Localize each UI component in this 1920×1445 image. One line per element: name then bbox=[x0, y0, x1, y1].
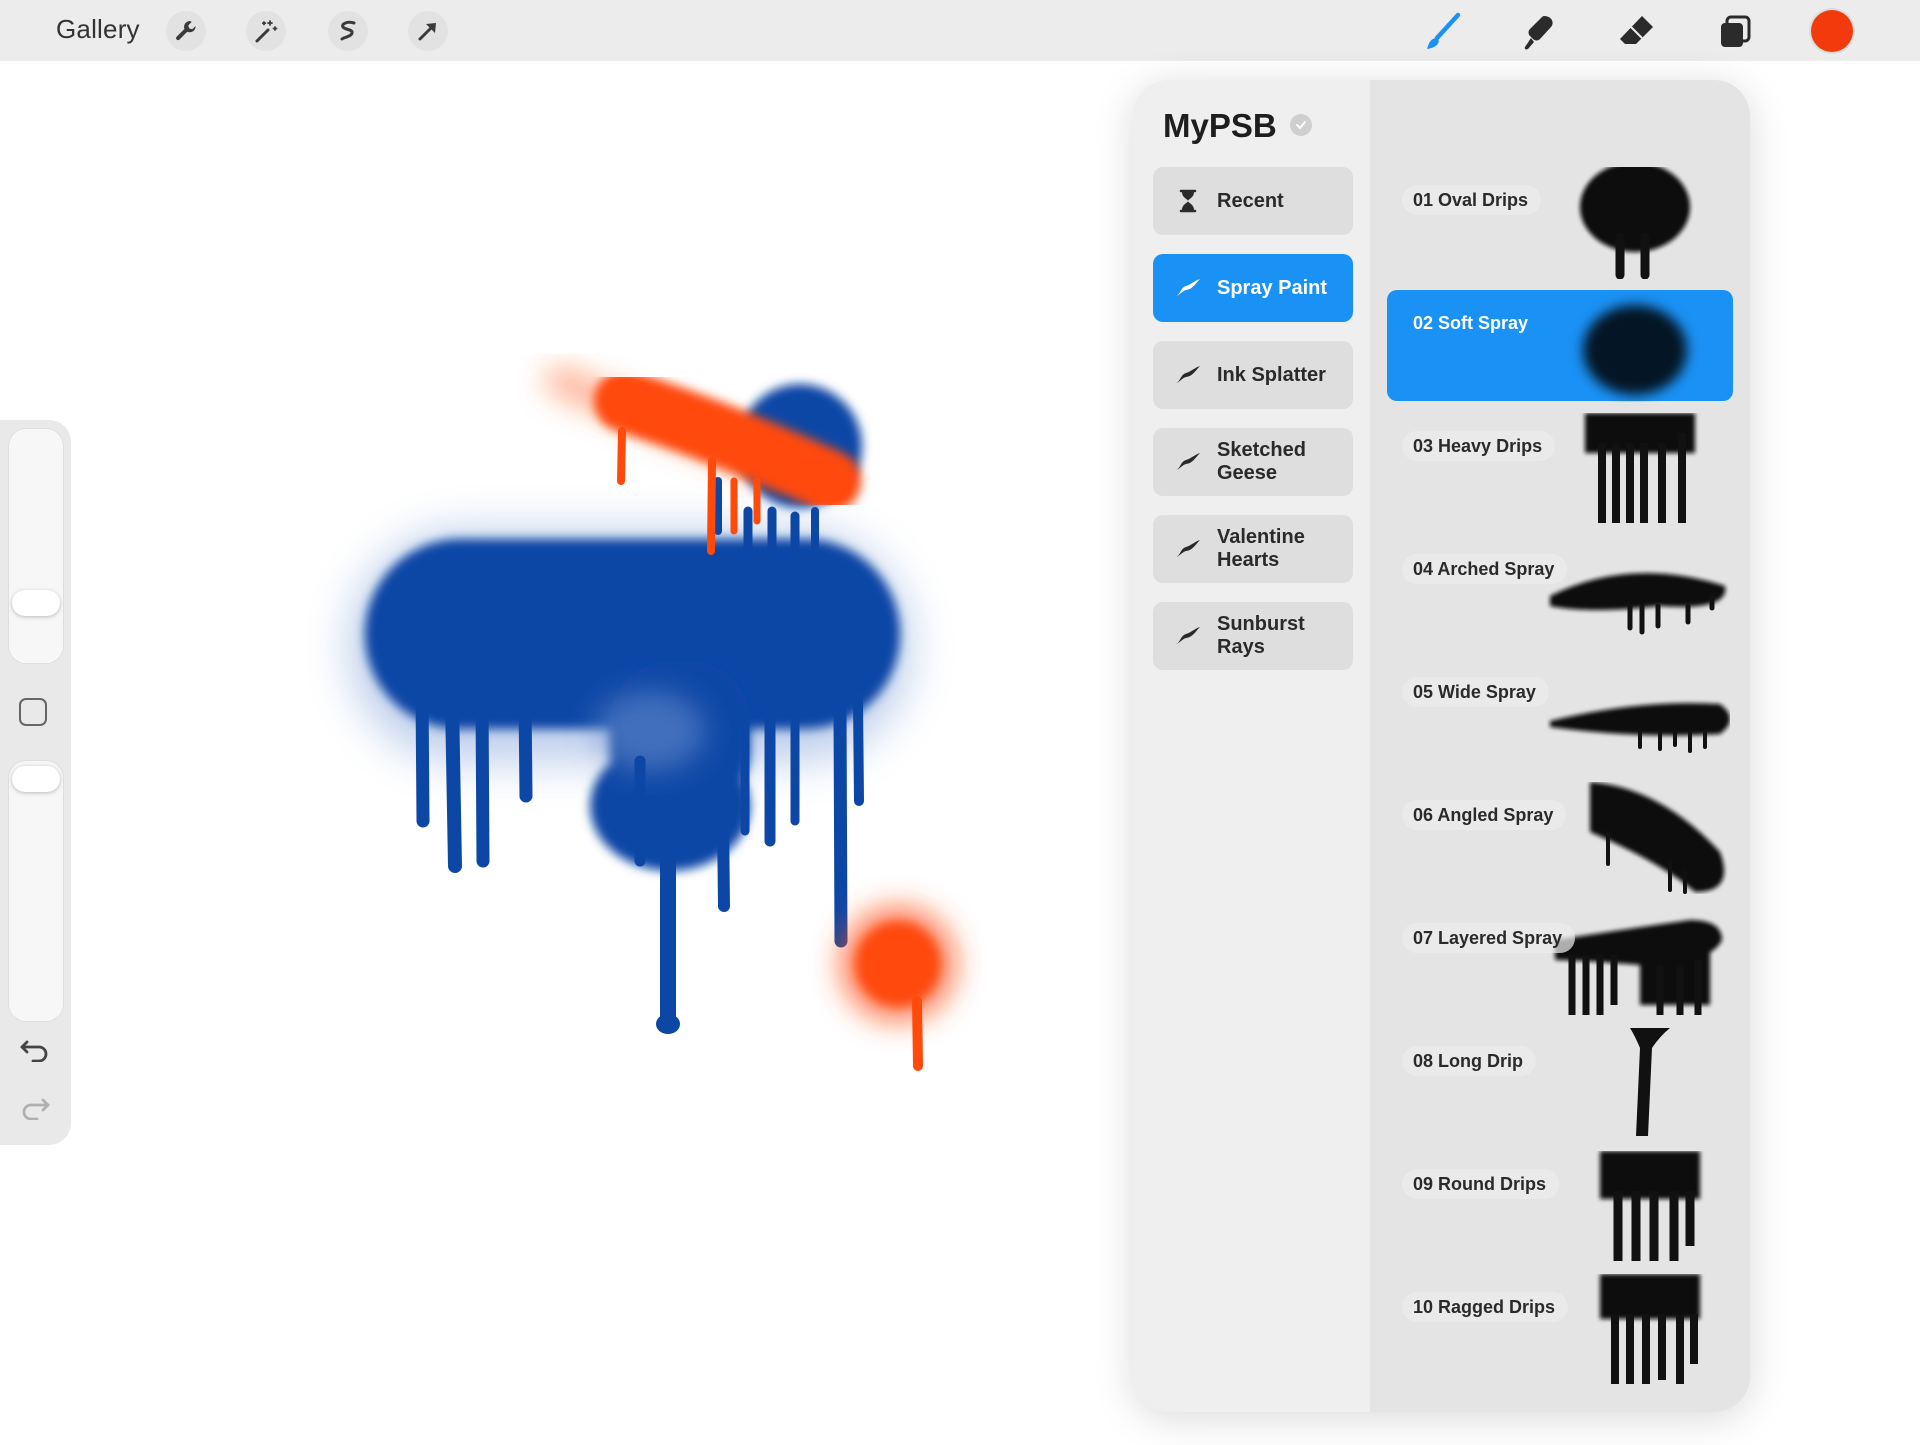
brush-label: 02 Soft Spray bbox=[1402, 308, 1542, 338]
brush-label: 08 Long Drip bbox=[1402, 1046, 1537, 1076]
checkmark-icon bbox=[1290, 114, 1312, 136]
gallery-button[interactable]: Gallery bbox=[56, 14, 140, 45]
brush-set-label: Valentine Hearts bbox=[1217, 526, 1305, 571]
wrench-icon[interactable] bbox=[166, 11, 206, 51]
brush-set-label: Recent bbox=[1217, 189, 1284, 212]
brush-set-label: Sunburst Rays bbox=[1217, 613, 1305, 658]
brush-preview bbox=[1550, 573, 1726, 635]
brush-size-slider[interactable] bbox=[8, 428, 64, 664]
brush-item-soft-spray[interactable]: 02 Soft Spray bbox=[1370, 290, 1750, 402]
brush-label: 06 Angled Spray bbox=[1402, 800, 1567, 830]
brush-label: 03 Heavy Drips bbox=[1402, 431, 1556, 461]
brush-item-oval-drips[interactable]: 01 Oval Drips bbox=[1370, 167, 1750, 279]
brush-list: 01 Oval Drips 02 Soft Spray 03 Heavy Dri… bbox=[1370, 80, 1750, 1412]
opacity-knob[interactable] bbox=[12, 766, 60, 792]
brush-item-angled-spray[interactable]: 06 Angled Spray bbox=[1370, 782, 1750, 894]
brush-stroke-icon bbox=[1173, 621, 1203, 651]
layers-icon[interactable] bbox=[1713, 10, 1757, 54]
left-sidebar bbox=[0, 420, 71, 1145]
redo-icon[interactable] bbox=[17, 1092, 53, 1122]
brush-preview bbox=[1585, 413, 1695, 523]
brush-preview bbox=[1600, 1274, 1700, 1384]
hourglass-icon bbox=[1173, 186, 1203, 216]
brush-label: 10 Ragged Drips bbox=[1402, 1292, 1569, 1322]
brush-stroke-icon bbox=[1173, 360, 1203, 390]
brush-library-panel: MyPSB Recent Spray Paint Ink Splatter Sk… bbox=[1133, 80, 1750, 1412]
brush-label: 09 Round Drips bbox=[1402, 1169, 1560, 1199]
opacity-slider[interactable] bbox=[8, 760, 64, 1022]
brush-item-heavy-drips[interactable]: 03 Heavy Drips bbox=[1370, 413, 1750, 525]
brush-item-wide-spray[interactable]: 05 Wide Spray bbox=[1370, 659, 1750, 771]
brush-set-sketched-geese[interactable]: Sketched Geese bbox=[1153, 428, 1353, 496]
brush-preview bbox=[1590, 782, 1725, 894]
brush-label: 07 Layered Spray bbox=[1402, 923, 1576, 953]
magic-wand-icon[interactable] bbox=[246, 11, 286, 51]
brush-stroke-icon bbox=[1173, 534, 1203, 564]
color-picker-button[interactable] bbox=[1811, 10, 1853, 52]
selection-icon[interactable] bbox=[328, 11, 368, 51]
brush-label: 04 Arched Spray bbox=[1402, 554, 1568, 584]
eraser-icon[interactable] bbox=[1615, 10, 1659, 54]
brush-label: 01 Oval Drips bbox=[1402, 185, 1542, 215]
brush-preview bbox=[1600, 1151, 1700, 1261]
brush-label: 05 Wide Spray bbox=[1402, 677, 1549, 707]
brush-item-long-drip[interactable]: 08 Long Drip bbox=[1370, 1028, 1750, 1140]
brush-item-layered-spray[interactable]: 07 Layered Spray bbox=[1370, 905, 1750, 1017]
undo-icon[interactable] bbox=[17, 1034, 53, 1064]
brush-item-ragged-drips[interactable]: 10 Ragged Drips bbox=[1370, 1274, 1750, 1386]
modify-button[interactable] bbox=[19, 698, 47, 726]
brush-stroke-icon bbox=[1173, 273, 1203, 303]
brush-item-round-drips[interactable]: 09 Round Drips bbox=[1370, 1151, 1750, 1263]
brush-stroke-icon bbox=[1173, 447, 1203, 477]
brush-set-ink-splatter[interactable]: Ink Splatter bbox=[1153, 341, 1353, 409]
brush-preview bbox=[1583, 305, 1687, 395]
brush-preview bbox=[1555, 920, 1722, 1015]
top-toolbar: Gallery bbox=[0, 0, 1920, 61]
brush-icon[interactable] bbox=[1421, 10, 1465, 54]
transform-arrow-icon[interactable] bbox=[408, 11, 448, 51]
brush-size-knob[interactable] bbox=[12, 590, 60, 616]
brush-preview bbox=[1550, 703, 1730, 753]
brush-set-valentine-hearts[interactable]: Valentine Hearts bbox=[1153, 515, 1353, 583]
smudge-icon[interactable] bbox=[1518, 10, 1562, 54]
brush-set-label: Sketched Geese bbox=[1217, 439, 1306, 484]
panel-title: MyPSB bbox=[1163, 107, 1277, 144]
brush-set-label: Ink Splatter bbox=[1217, 363, 1326, 386]
brush-preview bbox=[1630, 1028, 1670, 1136]
brush-preview bbox=[1580, 167, 1690, 279]
brush-item-arched-spray[interactable]: 04 Arched Spray bbox=[1370, 536, 1750, 648]
brush-set-spray-paint[interactable]: Spray Paint bbox=[1153, 254, 1353, 322]
brush-set-recent[interactable]: Recent bbox=[1153, 167, 1353, 235]
brush-set-sunburst-rays[interactable]: Sunburst Rays bbox=[1153, 602, 1353, 670]
brush-set-label: Spray Paint bbox=[1217, 276, 1328, 299]
